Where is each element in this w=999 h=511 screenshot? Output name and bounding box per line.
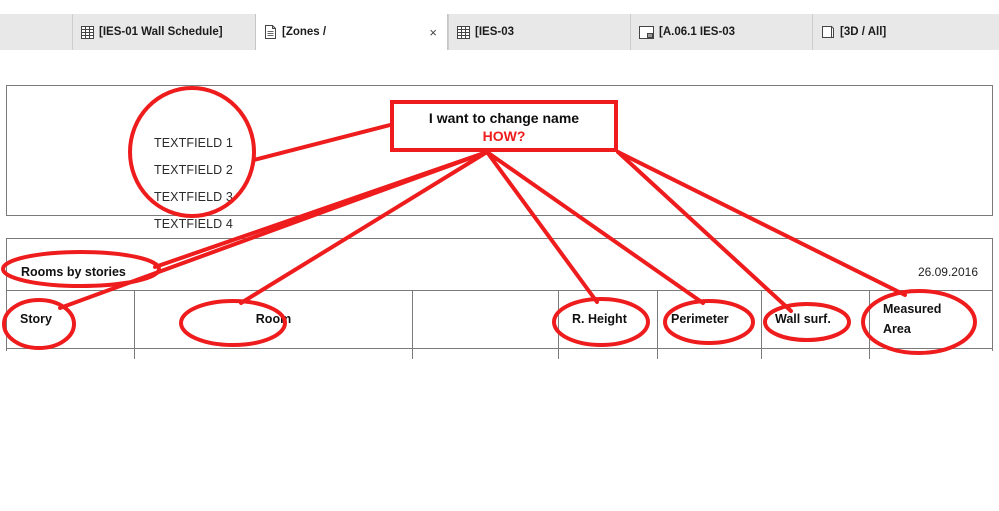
column-header-measured-area[interactable]: Measured Area xyxy=(870,291,992,348)
grid-icon xyxy=(81,25,94,39)
callout-box: I want to change name HOW? xyxy=(390,100,618,152)
column-header-room[interactable]: Room xyxy=(135,291,413,348)
tab-label: [IES-03 xyxy=(475,26,514,38)
textfield-item[interactable]: TEXTFIELD 1 xyxy=(154,136,284,150)
table-cell xyxy=(135,349,413,359)
tab-label: [A.06.1 IES-03 xyxy=(659,26,736,38)
schedule-title-row: Rooms by stories 26.09.2016 xyxy=(7,239,992,291)
grid-icon xyxy=(457,25,470,39)
tab-label: [Zones / xyxy=(282,26,327,38)
column-header-label: Room xyxy=(255,311,292,326)
tab-label: [IES-01 Wall Schedule] xyxy=(99,26,223,38)
column-header-label: Measured xyxy=(883,302,942,317)
tab-label: [3D / All] xyxy=(840,26,887,38)
schedule-title[interactable]: Rooms by stories xyxy=(21,265,126,279)
schedule-column-header-row: Story Room R. Height Perimeter Wall surf… xyxy=(7,291,992,349)
tab-bar: [IES-01 Wall Schedule] [Zones / × [IES-0… xyxy=(0,14,999,51)
table-cell xyxy=(559,349,658,359)
textfield-item[interactable]: TEXTFIELD 4 xyxy=(154,217,284,231)
textfield-item[interactable]: TEXTFIELD 3 xyxy=(154,190,284,204)
document-icon xyxy=(264,25,277,39)
table-cell xyxy=(7,349,135,359)
table-cell xyxy=(658,349,762,359)
window-top-strip xyxy=(0,0,999,14)
schedule-date: 26.09.2016 xyxy=(917,265,978,279)
column-header-label: Wall surf. xyxy=(775,311,831,326)
tab-3d-all[interactable]: [3D / All] xyxy=(812,14,999,50)
column-header-label: Perimeter xyxy=(671,311,729,326)
column-header-r-height[interactable]: R. Height xyxy=(559,291,658,348)
column-header-label-line2: Area xyxy=(883,321,911,336)
table-cell xyxy=(870,349,992,359)
tab-ies-01-wall-schedule[interactable]: [IES-01 Wall Schedule] xyxy=(72,14,255,50)
column-header-label: R. Height xyxy=(572,311,627,326)
table-cell xyxy=(762,349,870,359)
column-header-wall-surf[interactable]: Wall surf. xyxy=(762,291,870,348)
schedule-panel: Rooms by stories 26.09.2016 Story Room R… xyxy=(6,238,993,359)
tab-zones[interactable]: [Zones / × xyxy=(255,14,448,51)
column-header-blank[interactable] xyxy=(413,291,559,348)
schedule-first-data-row xyxy=(7,349,992,359)
table-cell xyxy=(413,349,559,359)
callout-primary-text: I want to change name xyxy=(428,110,580,126)
column-header-perimeter[interactable]: Perimeter xyxy=(658,291,762,348)
column-header-story[interactable]: Story xyxy=(7,291,135,348)
tab-a-06-1-ies-03[interactable]: [A.06.1 IES-03 xyxy=(630,14,812,50)
cube-icon xyxy=(821,25,835,39)
close-icon[interactable]: × xyxy=(429,26,437,39)
textfield-item[interactable]: TEXTFIELD 2 xyxy=(154,163,284,177)
layout-icon xyxy=(639,25,654,39)
column-header-label: Story xyxy=(20,311,52,326)
textfield-list: TEXTFIELD 1 TEXTFIELD 2 TEXTFIELD 3 TEXT… xyxy=(154,136,284,244)
callout-secondary-text: HOW? xyxy=(482,127,526,144)
tab-ies-03[interactable]: [IES-03 xyxy=(448,14,630,50)
